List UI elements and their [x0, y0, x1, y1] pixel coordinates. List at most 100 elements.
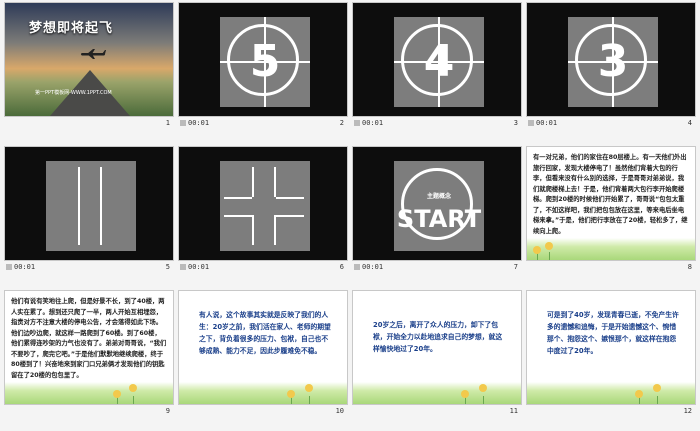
countdown-square	[220, 161, 310, 251]
slide-number: 12	[683, 407, 692, 415]
slide-8[interactable]: 有一对兄弟，他们的家住在80层楼上。有一天他们外出旅行回家，发现大楼停电了！虽然…	[526, 146, 696, 274]
bar-line	[252, 215, 254, 245]
flower-icon	[305, 384, 313, 392]
animation-star-icon[interactable]	[354, 120, 360, 126]
slide-12[interactable]: 可是到了40岁，发现青春已逝，不免产生许多的遗憾和追悔，于是开始遗憾这个、惋惜那…	[526, 290, 696, 418]
slide-7[interactable]: 主题概念 START 00:01 7	[352, 146, 522, 274]
slide-number: 4	[687, 119, 692, 127]
slide-6[interactable]: 00:01 6	[178, 146, 348, 274]
story-text: 有一对兄弟，他们的家住在80层楼上。有一天他们外出旅行回家，发现大楼停电了！虽然…	[533, 154, 688, 235]
slide-4[interactable]: 3 00:01 4	[526, 2, 696, 130]
story-text: 有人说，这个故事其实就是反映了我们的人生：20岁之前，我们活在家人、老师的期望之…	[199, 311, 331, 355]
flower-stem	[483, 396, 484, 404]
animation-star-icon[interactable]	[6, 264, 12, 270]
slide-thumbnail[interactable]	[178, 146, 348, 261]
slide-thumbnail[interactable]: 他们有说有笑地往上爬，但是好景不长，到了40楼，两人实在累了。想到还只爬了一半，…	[4, 290, 174, 405]
slide-1[interactable]: 梦想即将起飞 第一PPT模板网-WWW.1PPT.COM 1	[4, 2, 174, 130]
slide-thumbnail[interactable]: 20岁之后，离开了众人的压力，卸下了包袱，开始全力以赴地追求自己的梦想，就这样愉…	[352, 290, 522, 405]
slide-thumbnail[interactable]: 有人说，这个故事其实就是反映了我们的人生：20岁之前，我们活在家人、老师的期望之…	[178, 290, 348, 405]
slide-number: 8	[687, 263, 692, 271]
countdown-digit: 3	[597, 36, 629, 87]
countdown-square: 主题概念 START	[394, 161, 484, 251]
story-text: 他们有说有笑地往上爬，但是好景不长，到了40楼，两人实在累了。想到还只爬了一半，…	[11, 298, 167, 379]
slide-thumbnail[interactable]: 可是到了40岁，发现青春已逝，不免产生许多的遗憾和追悔，于是开始遗憾这个、惋惜那…	[526, 290, 696, 405]
grass-decoration	[527, 238, 695, 260]
slide-3[interactable]: 4 00:01 3	[352, 2, 522, 130]
countdown-digit: 5	[249, 36, 281, 87]
slide-thumbnail[interactable]: 梦想即将起飞 第一PPT模板网-WWW.1PPT.COM	[4, 2, 174, 117]
story-text: 可是到了40岁，发现青春已逝，不免产生许多的遗憾和追悔，于是开始遗憾这个、惋惜那…	[547, 311, 679, 355]
slide-2[interactable]: 5 00:01 2	[178, 2, 348, 130]
flower-icon	[461, 390, 469, 398]
bar-line	[274, 215, 276, 245]
slide-status-bar: 12	[526, 406, 696, 418]
slide-timing: 00:01	[188, 119, 210, 127]
slide-thumbnail[interactable]: 有一对兄弟，他们的家住在80层楼上。有一天他们外出旅行回家，发现大楼停电了！虽然…	[526, 146, 696, 261]
slide-status-bar: 00:01 4	[526, 118, 696, 130]
slide-number: 3	[513, 119, 518, 127]
flower-icon	[635, 390, 643, 398]
flower-icon	[533, 246, 541, 254]
flower-stem	[133, 396, 134, 404]
story-text: 20岁之后，离开了众人的压力，卸下了包袱，开始全力以赴地追求自己的梦想，就这样愉…	[373, 321, 503, 353]
slide-thumbnail[interactable]: 5	[178, 2, 348, 117]
slide-thumbnail[interactable]: 主题概念 START	[352, 146, 522, 261]
flower-stem	[549, 252, 550, 260]
flower-icon	[653, 384, 661, 392]
slide-timing: 00:01	[188, 263, 210, 271]
bar-line	[274, 167, 276, 197]
slide-9[interactable]: 他们有说有笑地往上爬，但是好景不长，到了40楼，两人实在累了。想到还只爬了一半，…	[4, 290, 174, 418]
slide-status-bar: 10	[178, 406, 348, 418]
slide-timing: 00:01	[536, 119, 558, 127]
flower-stem	[309, 396, 310, 404]
countdown-digit: 4	[423, 36, 455, 87]
slide-number: 6	[339, 263, 344, 271]
flower-icon	[479, 384, 487, 392]
slide-title: 梦想即将起飞	[29, 21, 114, 36]
grass-decoration	[179, 382, 347, 404]
start-word: START	[396, 205, 482, 233]
airplane-icon	[81, 49, 106, 59]
slide-number: 1	[165, 119, 170, 127]
slide-status-bar: 1	[4, 118, 174, 130]
countdown-square: 4	[394, 17, 484, 107]
slide-10[interactable]: 有人说，这个故事其实就是反映了我们的人生：20岁之前，我们活在家人、老师的期望之…	[178, 290, 348, 418]
slide-number: 7	[513, 263, 518, 271]
grass-decoration	[527, 382, 695, 404]
countdown-square: 3	[568, 17, 658, 107]
slide-status-bar: 00:01 5	[4, 262, 174, 274]
slide-thumbnail[interactable]: 4	[352, 2, 522, 117]
grass-decoration	[5, 382, 173, 404]
slide-number: 10	[335, 407, 344, 415]
bar-line	[252, 167, 254, 197]
slide-5[interactable]: 00:01 5	[4, 146, 174, 274]
slide-timing: 00:01	[362, 119, 384, 127]
slide-number: 5	[165, 263, 170, 271]
slide-status-bar: 00:01 6	[178, 262, 348, 274]
slide-subtitle: 第一PPT模板网-WWW.1PPT.COM	[35, 90, 112, 96]
slide-status-bar: 00:01 7	[352, 262, 522, 274]
flower-icon	[545, 242, 553, 250]
flower-icon	[287, 390, 295, 398]
flower-icon	[113, 390, 121, 398]
slide-status-bar: 11	[352, 406, 522, 418]
slide-number: 9	[165, 407, 170, 415]
slide-status-bar: 9	[4, 406, 174, 418]
bar-line	[276, 215, 304, 217]
bar-line	[78, 167, 80, 245]
bar-line	[276, 197, 304, 199]
animation-star-icon[interactable]	[180, 120, 186, 126]
bar-line	[224, 215, 252, 217]
animation-star-icon[interactable]	[180, 264, 186, 270]
animation-star-icon[interactable]	[354, 264, 360, 270]
slide-11[interactable]: 20岁之后，离开了众人的压力，卸下了包袱，开始全力以赴地追求自己的梦想，就这样愉…	[352, 290, 522, 418]
animation-star-icon[interactable]	[528, 120, 534, 126]
slide-thumbnail[interactable]	[4, 146, 174, 261]
slide-timing: 00:01	[14, 263, 36, 271]
grass-decoration	[353, 382, 521, 404]
slide-thumbnail[interactable]: 3	[526, 2, 696, 117]
slide-status-bar: 00:01 3	[352, 118, 522, 130]
slide-timing: 00:01	[362, 263, 384, 271]
slide-number: 11	[509, 407, 518, 415]
countdown-square: 5	[220, 17, 310, 107]
